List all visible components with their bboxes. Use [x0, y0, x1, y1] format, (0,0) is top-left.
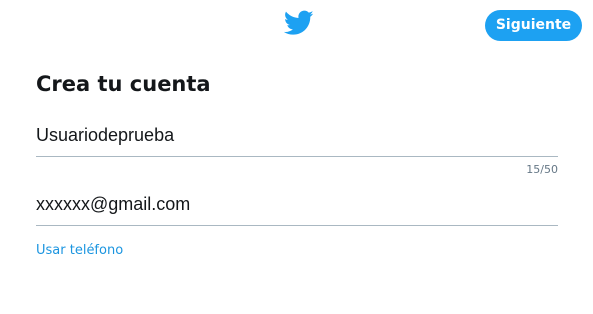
twitter-bird-icon	[284, 10, 314, 36]
top-bar: Siguiente	[0, 0, 593, 50]
use-phone-link[interactable]: Usar teléfono	[36, 243, 123, 258]
name-field[interactable]	[36, 122, 558, 157]
email-field[interactable]	[36, 191, 558, 226]
email-underline	[36, 225, 558, 226]
page-title: Crea tu cuenta	[36, 72, 211, 96]
next-button[interactable]: Siguiente	[485, 10, 582, 41]
name-input[interactable]	[36, 122, 558, 148]
name-underline	[36, 156, 558, 157]
name-char-counter: 15/50	[526, 163, 558, 176]
email-input[interactable]	[36, 191, 558, 217]
